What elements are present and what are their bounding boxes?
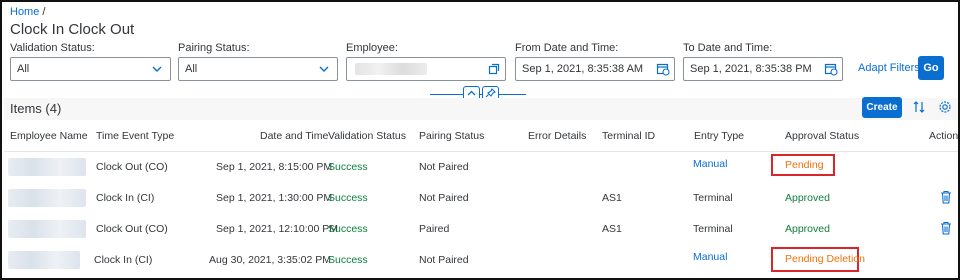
col-header-time-event-type[interactable]: Time Event Type xyxy=(96,130,174,142)
validation-status-cell: Success xyxy=(328,161,368,173)
pairing-status-cell: Not Paired xyxy=(419,161,469,173)
employee-input[interactable] xyxy=(346,57,506,81)
pairing-status-cell: Not Paired xyxy=(419,192,469,204)
delete-icon[interactable] xyxy=(940,221,952,235)
delete-icon[interactable] xyxy=(940,190,952,204)
col-header-pairing-status[interactable]: Pairing Status xyxy=(419,130,484,142)
validation-status-cell: Success xyxy=(328,192,368,204)
event-type-cell: Clock In (CI) xyxy=(94,254,153,266)
employee-name-redacted xyxy=(8,220,86,238)
pairing-status-label: Pairing Status: xyxy=(178,42,250,54)
table-row[interactable]: Clock In (CI) Sep 1, 2021, 1:30:00 PM Su… xyxy=(4,183,958,215)
pairing-status-cell: Paired xyxy=(419,223,450,235)
approval-status-cell: Approved xyxy=(785,192,830,204)
event-type-cell: Clock Out (CO) xyxy=(96,223,168,235)
value-help-icon[interactable] xyxy=(487,62,501,76)
to-date-value: Sep 1, 2021, 8:35:38 PM xyxy=(690,63,812,75)
table-title: Items (4) xyxy=(10,101,62,116)
col-header-terminal-id[interactable]: Terminal ID xyxy=(602,130,655,142)
validation-status-value: All xyxy=(17,63,30,75)
app-window: Home / Clock In Clock Out Validation Sta… xyxy=(0,0,960,280)
date-time-cell: Sep 1, 2021, 12:10:00 PM xyxy=(216,223,339,235)
table-toolbar: Items (4) xyxy=(4,98,958,120)
terminal-id-cell: AS1 xyxy=(602,192,622,204)
adapt-filters-link[interactable]: Adapt Filters xyxy=(858,62,920,74)
date-time-cell: Sep 1, 2021, 1:30:00 PM xyxy=(216,192,333,204)
create-button[interactable]: Create xyxy=(862,97,902,118)
col-header-date-and-time[interactable]: Date and Time xyxy=(260,130,328,142)
employee-label: Employee: xyxy=(346,42,398,54)
table-row[interactable]: Clock Out (CO) Sep 1, 2021, 12:10:00 PM … xyxy=(4,214,958,246)
sort-icon[interactable] xyxy=(912,100,926,114)
entry-type-link[interactable]: Manual xyxy=(693,158,727,170)
from-date-label: From Date and Time: xyxy=(515,42,619,54)
date-time-cell: Sep 1, 2021, 8:15:00 PM xyxy=(216,161,333,173)
validation-status-cell: Success xyxy=(328,223,368,235)
calendar-clock-icon[interactable] xyxy=(824,62,838,76)
settings-gear-icon[interactable] xyxy=(938,100,952,114)
event-type-cell: Clock Out (CO) xyxy=(96,161,168,173)
pairing-status-value: All xyxy=(185,63,198,75)
pairing-status-select[interactable]: All xyxy=(178,57,338,81)
table-row[interactable]: Clock Out (CO) Sep 1, 2021, 8:15:00 PM S… xyxy=(4,152,958,184)
chevron-down-icon xyxy=(319,66,329,72)
entry-type-cell: Terminal xyxy=(693,192,733,204)
from-date-value: Sep 1, 2021, 8:35:38 AM xyxy=(522,63,644,75)
approval-status-cell: Approved xyxy=(785,223,830,235)
col-header-actions: Actions xyxy=(929,130,960,142)
from-date-picker[interactable]: Sep 1, 2021, 8:35:38 AM xyxy=(515,57,675,81)
entry-type-cell: Terminal xyxy=(693,223,733,235)
pairing-status-cell: Not Paired xyxy=(419,254,469,266)
employee-name-redacted xyxy=(8,158,86,176)
validation-status-label: Validation Status: xyxy=(10,42,95,54)
table-row[interactable]: Clock In (CI) Aug 30, 2021, 3:35:02 PM S… xyxy=(4,245,958,277)
employee-value-redacted xyxy=(355,63,427,75)
col-header-employee-name[interactable]: Employee Name xyxy=(10,130,88,142)
terminal-id-cell: AS1 xyxy=(602,223,622,235)
col-header-approval-status[interactable]: Approval Status xyxy=(785,130,859,142)
filter-bar: Home / Clock In Clock Out Validation Sta… xyxy=(4,4,958,93)
breadcrumb-home-link[interactable]: Home xyxy=(10,6,39,18)
entry-type-link[interactable]: Manual xyxy=(693,251,727,263)
page-title: Clock In Clock Out xyxy=(10,21,135,38)
chevron-down-icon xyxy=(152,66,162,72)
event-type-cell: Clock In (CI) xyxy=(96,192,155,204)
approval-status-cell: Pending Deletion xyxy=(785,253,865,265)
validation-status-cell: Success xyxy=(328,254,368,266)
to-date-label: To Date and Time: xyxy=(683,42,773,54)
validation-status-select[interactable]: All xyxy=(10,57,171,81)
go-button[interactable]: Go xyxy=(918,56,944,80)
col-header-entry-type[interactable]: Entry Type xyxy=(694,130,744,142)
date-time-cell: Aug 30, 2021, 3:35:02 PM xyxy=(209,254,332,266)
breadcrumb: Home / xyxy=(10,6,45,18)
employee-name-redacted xyxy=(8,189,86,207)
calendar-clock-icon[interactable] xyxy=(656,62,670,76)
col-header-validation-status[interactable]: Validation Status xyxy=(328,130,406,142)
col-header-error-details[interactable]: Error Details xyxy=(528,130,586,142)
employee-name-redacted xyxy=(8,251,80,269)
to-date-picker[interactable]: Sep 1, 2021, 8:35:38 PM xyxy=(683,57,843,81)
breadcrumb-separator: / xyxy=(42,6,46,18)
approval-status-cell: Pending xyxy=(785,159,824,171)
